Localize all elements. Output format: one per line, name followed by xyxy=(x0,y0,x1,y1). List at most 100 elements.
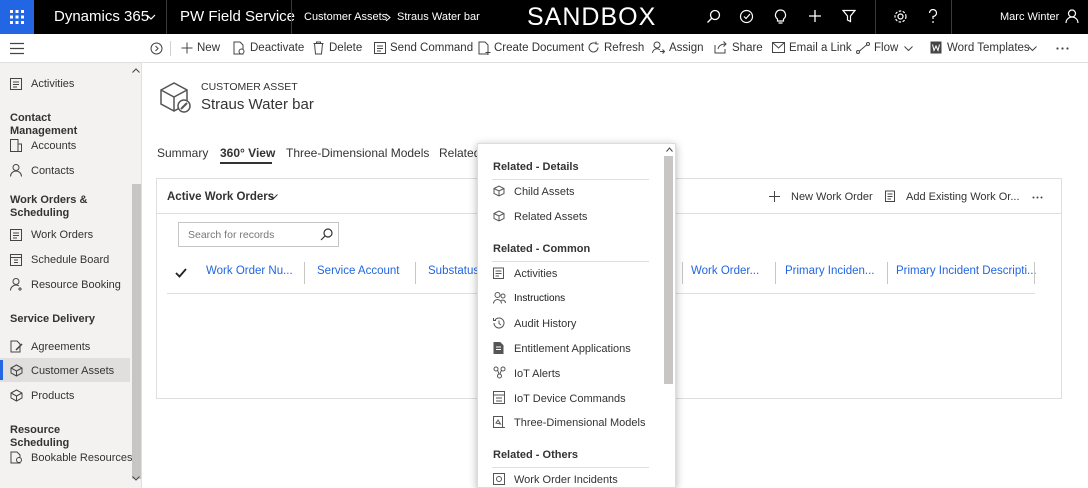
breadcrumb-separator-icon xyxy=(385,13,391,22)
activities-icon xyxy=(10,78,22,90)
sidebar-item-resource-booking[interactable]: Resource Booking xyxy=(31,279,121,291)
new-work-order-button[interactable]: New Work Order xyxy=(791,191,873,203)
column-header-substatus[interactable]: Substatus xyxy=(428,265,479,277)
sidebar-item-schedule-board[interactable]: Schedule Board xyxy=(31,254,109,266)
resource-booking-icon xyxy=(10,278,22,291)
gear-icon[interactable] xyxy=(893,9,908,24)
sidebar-item-accounts[interactable]: Accounts xyxy=(31,140,76,152)
refresh-icon xyxy=(588,41,599,53)
column-header-primary-incident-type[interactable]: Primary Inciden... xyxy=(785,265,874,277)
breadcrumb-entity[interactable]: Customer Assets xyxy=(304,0,387,34)
flow-button[interactable]: Flow xyxy=(874,34,898,63)
column-header-primary-incident-description[interactable]: Primary Incident Descripti... xyxy=(896,265,1037,277)
menu-item-iot-alerts[interactable]: IoT Alerts xyxy=(514,368,560,380)
subgrid-title[interactable]: Active Work Orders xyxy=(167,191,274,203)
scroll-up-icon[interactable] xyxy=(666,147,673,152)
chevron-down-icon[interactable] xyxy=(1028,46,1037,52)
related-menu-scrollbar-thumb[interactable] xyxy=(664,156,673,384)
hamburger-menu-icon[interactable] xyxy=(10,42,24,55)
work-order-incidents-icon xyxy=(493,473,505,485)
view-selector-chevron-icon[interactable] xyxy=(268,194,278,200)
sidebar-item-activities[interactable]: Activities xyxy=(31,78,74,90)
menu-item-child-assets[interactable]: Child Assets xyxy=(514,186,575,198)
tab-360-view[interactable]: 360° View xyxy=(220,146,275,160)
activities-icon xyxy=(493,267,504,279)
send-command-icon xyxy=(374,42,386,54)
plus-icon[interactable] xyxy=(808,9,822,23)
tab-related[interactable]: Related xyxy=(439,146,480,160)
column-header-work-order-type[interactable]: Work Order... xyxy=(691,265,759,277)
work-orders-icon xyxy=(10,229,22,241)
menu-item-activities[interactable]: Activities xyxy=(514,268,557,280)
more-commands-icon[interactable] xyxy=(1056,47,1069,50)
user-avatar-icon[interactable] xyxy=(1065,9,1079,24)
lightbulb-icon[interactable] xyxy=(774,9,787,25)
menu-item-three-dimensional-models[interactable]: Three-Dimensional Models xyxy=(514,417,645,429)
user-name[interactable]: Marc Winter xyxy=(1000,0,1059,34)
sidebar-group-contact-management: Contact Management xyxy=(10,112,78,137)
sidebar-item-contacts[interactable]: Contacts xyxy=(31,165,74,177)
scroll-down-icon[interactable] xyxy=(132,476,140,481)
sidebar-item-customer-assets[interactable]: Customer Assets xyxy=(31,365,114,377)
related-details-header: Related - Details xyxy=(493,161,579,173)
sidebar-item-bookable-resources[interactable]: Bookable Resources xyxy=(31,452,133,464)
related-menu-flyout: Related - Details Child Assets Related A… xyxy=(477,143,676,488)
sidebar-item-work-orders[interactable]: Work Orders xyxy=(31,229,93,241)
send-command-button[interactable]: Send Command xyxy=(390,34,473,63)
tab-three-dimensional-models[interactable]: Three-Dimensional Models xyxy=(286,146,429,160)
more-options-icon[interactable] xyxy=(1032,196,1043,199)
column-header-service-account[interactable]: Service Account xyxy=(317,265,399,277)
menu-item-instructions[interactable]: Instructions xyxy=(514,293,565,304)
app-title[interactable]: PW Field Service xyxy=(180,0,295,34)
menu-item-audit-history[interactable]: Audit History xyxy=(514,318,576,330)
create-document-button[interactable]: Create Document xyxy=(494,34,584,63)
schedule-board-icon xyxy=(10,254,22,266)
contacts-icon xyxy=(10,164,22,177)
sidebar-group-work-orders-scheduling: Work Orders & Scheduling xyxy=(10,194,88,219)
menu-item-related-assets[interactable]: Related Assets xyxy=(514,211,587,223)
sidebar-item-agreements[interactable]: Agreements xyxy=(31,341,90,353)
chevron-down-icon[interactable] xyxy=(146,14,156,20)
new-work-order-icon xyxy=(769,191,780,202)
search-records-input[interactable]: Search for records xyxy=(178,222,339,247)
chevron-down-icon[interactable] xyxy=(904,46,913,52)
accounts-icon xyxy=(10,139,22,152)
related-assets-icon xyxy=(493,210,505,222)
select-all-checkmark-icon[interactable] xyxy=(175,268,187,278)
assign-button[interactable]: Assign xyxy=(669,34,704,63)
record-title: Straus Water bar xyxy=(201,96,314,113)
menu-item-iot-device-commands[interactable]: IoT Device Commands xyxy=(514,393,626,405)
search-icon[interactable] xyxy=(320,228,333,241)
new-button[interactable]: New xyxy=(197,34,220,63)
sidebar-item-products[interactable]: Products xyxy=(31,390,74,402)
word-templates-button[interactable]: Word Templates xyxy=(947,34,1030,63)
iot-alerts-icon xyxy=(493,366,506,379)
menu-item-work-order-incidents[interactable]: Work Order Incidents xyxy=(514,474,618,486)
share-button[interactable]: Share xyxy=(732,34,763,63)
new-icon xyxy=(181,42,193,54)
email-link-button[interactable]: Email a Link xyxy=(789,34,852,63)
search-icon[interactable] xyxy=(706,9,721,24)
deactivate-button[interactable]: Deactivate xyxy=(250,34,304,63)
task-flow-icon[interactable] xyxy=(739,9,754,24)
add-existing-work-order-button[interactable]: Add Existing Work Or... xyxy=(906,191,1020,203)
tab-summary[interactable]: Summary xyxy=(157,146,208,160)
help-icon[interactable] xyxy=(928,9,938,24)
search-placeholder: Search for records xyxy=(188,229,275,241)
command-bar: New Deactivate Delete Send Command Creat… xyxy=(0,34,1088,63)
filter-icon[interactable] xyxy=(842,9,856,23)
scroll-up-icon[interactable] xyxy=(132,68,140,73)
sidebar-group-service-delivery: Service Delivery xyxy=(10,313,96,325)
back-icon[interactable] xyxy=(150,42,163,55)
breadcrumb-record: Straus Water bar xyxy=(397,11,480,23)
app-name[interactable]: Dynamics 365 xyxy=(54,0,149,34)
customer-asset-icon xyxy=(160,82,191,113)
sidebar-scrollbar-thumb[interactable] xyxy=(132,184,141,479)
app-launcher-icon[interactable] xyxy=(0,0,34,34)
bookable-resources-icon xyxy=(10,451,22,464)
deactivate-icon xyxy=(233,41,245,55)
menu-item-entitlement-applications[interactable]: Entitlement Applications xyxy=(514,343,631,355)
delete-button[interactable]: Delete xyxy=(329,34,362,63)
column-header-work-order-number[interactable]: Work Order Nu... xyxy=(206,265,293,277)
refresh-button[interactable]: Refresh xyxy=(604,34,644,63)
